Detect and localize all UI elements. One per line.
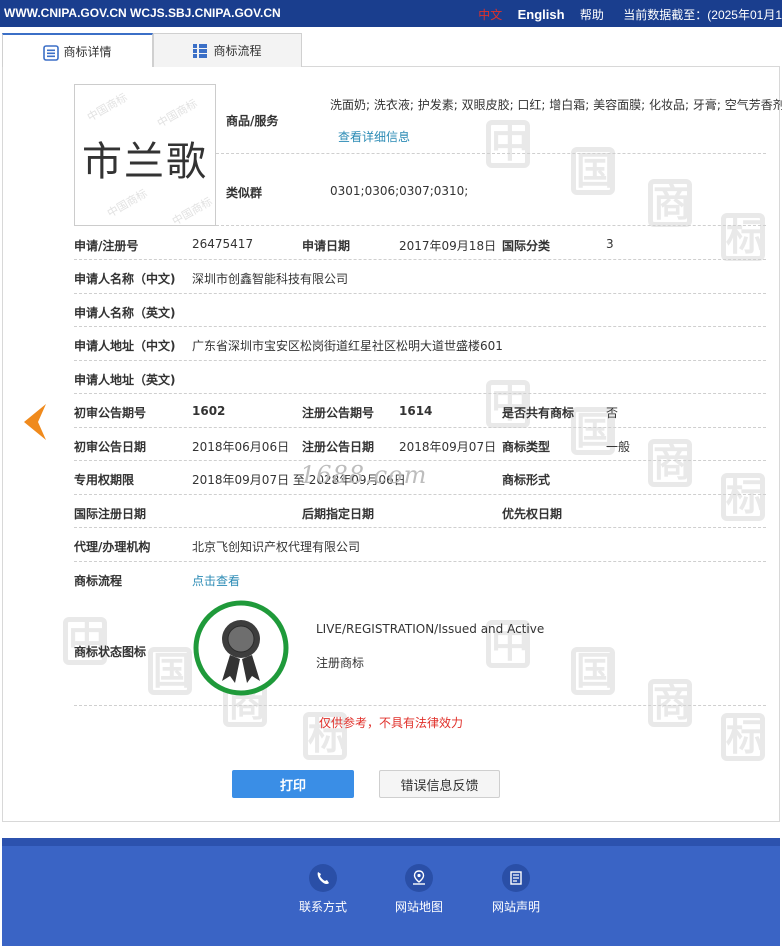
apply-date-label: 申请日期 — [302, 239, 351, 253]
goods-label: 商品/服务 — [226, 114, 279, 128]
intl-reg-date-label: 国际注册日期 — [74, 507, 147, 521]
tab-label: 商标流程 — [213, 44, 262, 58]
priority-date-label: 优先权日期 — [502, 507, 563, 521]
goods-row — [216, 84, 766, 154]
tm-type-label: 商标类型 — [502, 440, 551, 454]
footer: 联系方式 网站地图 网站声明 — [2, 838, 780, 946]
footer-label: 联系方式 — [298, 900, 347, 914]
reg-pub-no-label: 注册公告期号 — [302, 406, 375, 420]
similar-value: 0301;0306;0307;0310; — [330, 184, 469, 198]
lang-zh-link[interactable]: 中文 — [478, 8, 502, 22]
tm-type-value: 一般 — [606, 440, 631, 454]
reg-no-value: 26475417 — [192, 237, 254, 251]
watermark-glyph: 国 — [571, 647, 615, 695]
detail-row — [74, 294, 766, 327]
top-bar-links: 中文 English 帮助 当前数据截至：(2025年01月1 — [466, 6, 782, 23]
help-link[interactable]: 帮助 — [580, 8, 604, 22]
applicant-en-label: 申请人名称（英文) — [74, 306, 176, 320]
watermark-glyph: 国 — [148, 647, 192, 695]
tab-trademark-process[interactable]: 商标流程 — [153, 33, 302, 67]
goods-value: 洗面奶; 洗衣液; 护发素; 双眼皮胶; 口红; 增白霜; 美容面膜; 化妆品;… — [330, 98, 782, 112]
registered-badge-icon — [193, 600, 289, 696]
prelim-no-label: 初审公告期号 — [74, 406, 147, 420]
footer-statement-link[interactable]: 网站声明 — [476, 864, 556, 915]
footer-contact-link[interactable]: 联系方式 — [283, 864, 363, 915]
apply-date-value: 2017年09月18日 — [399, 239, 497, 253]
exclusive-label: 专用权期限 — [74, 473, 135, 487]
print-button[interactable]: 打印 — [232, 770, 354, 798]
applicant-cn-value: 深圳市创鑫智能科技有限公司 — [192, 272, 349, 286]
address-cn-label: 申请人地址（中文) — [74, 339, 176, 353]
reg-pub-date-label: 注册公告日期 — [302, 440, 375, 454]
footer-label: 网站地图 — [394, 900, 443, 914]
reg-pub-no-value: 1614 — [399, 404, 433, 418]
reg-no-label: 申请/注册号 — [74, 239, 139, 253]
address-en-label: 申请人地址（英文) — [74, 373, 176, 387]
goods-detail-link[interactable]: 查看详细信息 — [338, 128, 410, 145]
process-link[interactable]: 点击查看 — [192, 572, 240, 589]
trademark-image-text: 市兰歌 — [82, 139, 208, 185]
shared-value: 否 — [606, 406, 619, 420]
prelim-date-label: 初审公告日期 — [74, 440, 147, 454]
tab-trademark-details[interactable]: 商标详情 — [2, 33, 153, 68]
similar-row — [216, 154, 766, 226]
tm-form-label: 商标形式 — [502, 473, 551, 487]
tab-label: 商标详情 — [63, 45, 112, 59]
phone-icon — [309, 864, 337, 892]
top-bar: WWW.CNIPA.GOV.CN WCJS.SBJ.CNIPA.GOV.CN 中… — [0, 0, 782, 27]
shared-label: 是否共有商标 — [502, 406, 575, 420]
divider — [74, 705, 766, 706]
document-icon — [502, 864, 530, 892]
error-feedback-button[interactable]: 错误信息反馈 — [379, 770, 500, 798]
lang-en-link[interactable]: English — [518, 7, 565, 22]
detail-row — [74, 260, 766, 294]
reg-pub-date-value: 2018年09月07日 — [399, 440, 497, 454]
grid-list-icon — [193, 43, 208, 58]
later-date-label: 后期指定日期 — [302, 507, 375, 521]
footer-label: 网站声明 — [491, 900, 540, 914]
watermark-text: 1688.com — [300, 461, 428, 489]
trademark-image: 中国商标 中国商标 中国商标 中国商标 市兰歌 — [74, 84, 216, 226]
prelim-date-value: 2018年06月06日 — [192, 440, 290, 454]
data-update-label: 当前数据截至：(2025年01月1 — [623, 8, 782, 22]
address-cn-value: 广东省深圳市宝安区松岗街道红星社区松明大道世盛楼601 — [192, 339, 503, 353]
detail-row — [74, 361, 766, 394]
detail-row — [74, 528, 766, 562]
disclaimer-text: 仅供参考，不具有法律效力 — [318, 716, 463, 730]
footer-strip — [2, 838, 780, 846]
applicant-cn-label: 申请人名称（中文) — [74, 272, 176, 286]
process-label: 商标流程 — [74, 574, 123, 588]
tab-bar: 商标详情 商标流程 — [2, 33, 780, 68]
footer-sitemap-link[interactable]: 网站地图 — [379, 864, 459, 915]
detail-row — [74, 495, 766, 528]
agent-label: 代理/办理机构 — [74, 540, 151, 554]
status-label: 商标状态图标 — [74, 645, 147, 659]
prev-arrow-icon[interactable] — [20, 402, 48, 442]
site-urls[interactable]: WWW.CNIPA.GOV.CN WCJS.SBJ.CNIPA.GOV.CN — [4, 6, 281, 20]
intl-class-label: 国际分类 — [502, 239, 551, 253]
status-cn: 注册商标 — [316, 656, 365, 670]
agent-value: 北京飞创知识产权代理有限公司 — [192, 540, 361, 554]
document-list-icon — [43, 44, 60, 61]
status-en: LIVE/REGISTRATION/Issued and Active — [316, 622, 545, 636]
similar-label: 类似群 — [226, 186, 263, 200]
intl-class-value: 3 — [606, 237, 614, 251]
prelim-no-value: 1602 — [192, 404, 226, 418]
map-pin-icon — [405, 864, 433, 892]
